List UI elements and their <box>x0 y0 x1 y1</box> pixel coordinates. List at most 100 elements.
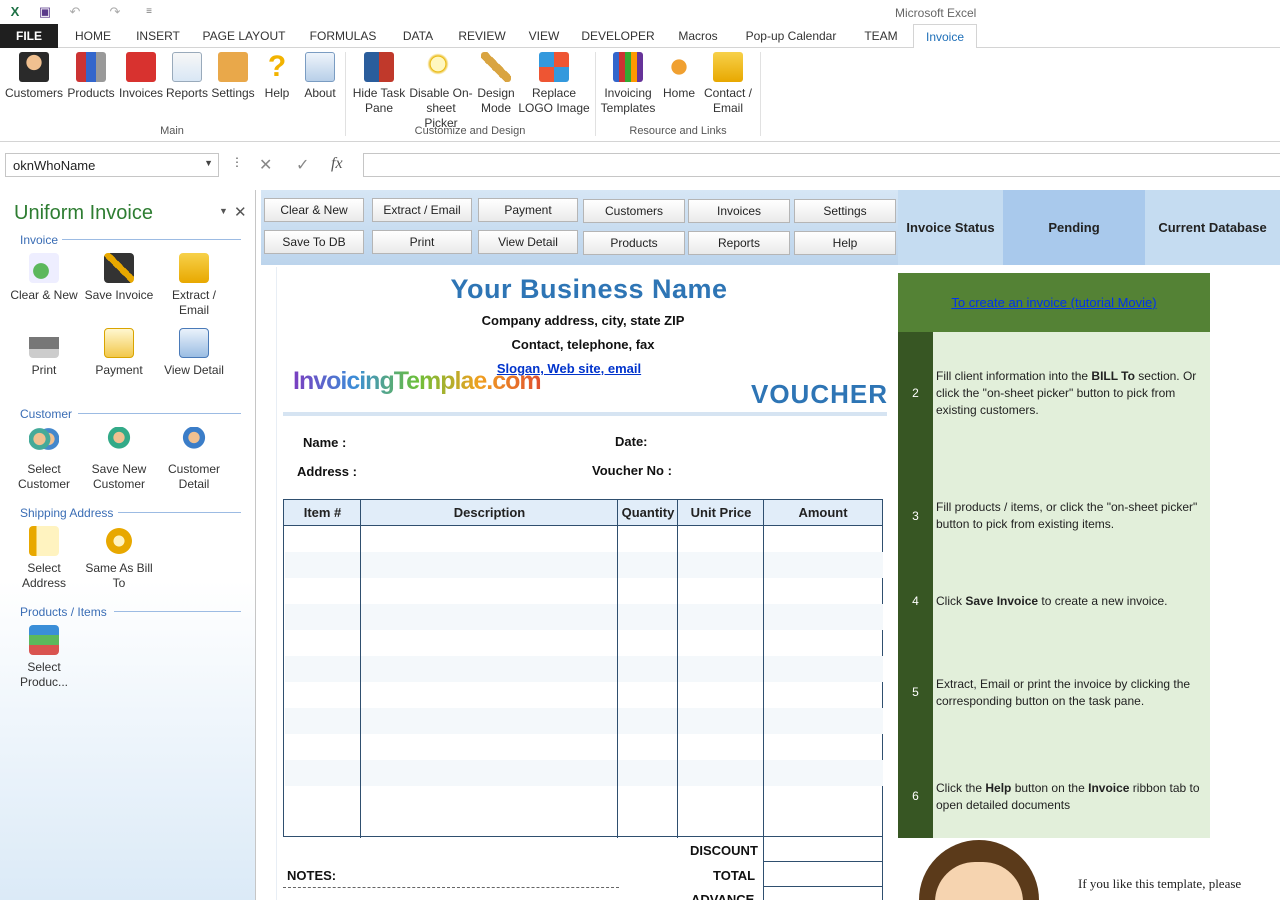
column-header-item: Item # <box>284 500 361 526</box>
pane-menu-icon[interactable]: ▼ <box>219 206 228 216</box>
products-button[interactable]: Products <box>66 52 116 101</box>
sheet-toolbar: Clear & New Extract / Email Payment Cust… <box>261 190 898 265</box>
company-logo[interactable]: InvoicingTemplae.com <box>293 367 542 396</box>
contact-email-button[interactable]: Contact / Email <box>700 52 756 116</box>
promo-text: If you like this template, please <box>1078 876 1242 891</box>
tab-view[interactable]: VIEW <box>522 24 566 48</box>
customers-button[interactable]: Customers <box>4 52 64 101</box>
more-icon[interactable]: ⋮ <box>231 155 243 169</box>
table-row[interactable] <box>285 552 883 578</box>
company-address[interactable]: Company address, city, state ZIP <box>277 313 889 328</box>
extract-email-icon <box>179 253 209 283</box>
discount-field[interactable] <box>763 837 883 862</box>
chevron-down-icon[interactable]: ▼ <box>204 158 213 168</box>
worksheet: Clear & New Extract / Email Payment Cust… <box>259 190 1280 900</box>
settings-button[interactable]: Settings <box>210 52 256 101</box>
tab-popup-calendar[interactable]: Pop-up Calendar <box>736 24 846 48</box>
name-box[interactable]: oknWhoName ▼ <box>5 153 219 177</box>
address-book-icon <box>29 526 59 556</box>
replace-logo-button[interactable]: Replace LOGO Image <box>518 52 590 116</box>
table-row[interactable] <box>285 604 883 630</box>
about-icon <box>305 52 335 82</box>
customize-toolbar-icon[interactable]: ≡ <box>140 3 158 21</box>
insert-function-icon[interactable]: fx <box>331 155 343 173</box>
extract-email-button[interactable]: Extract / Email <box>158 253 230 318</box>
select-address-button[interactable]: Select Address <box>8 526 80 591</box>
tab-home[interactable]: HOME <box>66 24 120 48</box>
tab-review[interactable]: REVIEW <box>452 24 512 48</box>
sheet-reports-button[interactable]: Reports <box>688 231 790 255</box>
sheet-invoices-button[interactable]: Invoices <box>688 199 790 223</box>
close-icon[interactable]: ✕ <box>234 203 247 221</box>
total-label: TOTAL <box>713 868 756 883</box>
sheet-customers-button[interactable]: Customers <box>583 199 685 223</box>
table-row[interactable] <box>285 656 883 682</box>
view-detail-button[interactable]: View Detail <box>158 328 230 378</box>
enter-icon[interactable]: ✓ <box>296 155 309 175</box>
customer-detail-icon <box>179 427 209 457</box>
group-label-resources: Resource and Links <box>629 125 727 137</box>
sheet-clear-new-button[interactable]: Clear & New <box>264 198 364 222</box>
company-contact[interactable]: Contact, telephone, fax <box>277 337 889 352</box>
notes-field[interactable] <box>283 887 619 900</box>
tab-data[interactable]: DATA <box>394 24 442 48</box>
divider <box>118 512 241 513</box>
view-detail-icon <box>179 328 209 358</box>
help-button[interactable]: ? Help <box>258 52 296 101</box>
step-text: Click Save Invoice to create a new invoi… <box>936 594 1168 608</box>
sheet-extract-email-button[interactable]: Extract / Email <box>372 198 472 222</box>
payment-button[interactable]: Payment <box>83 328 155 378</box>
sheet-help-button[interactable]: Help <box>794 231 896 255</box>
undo-icon[interactable]: ↶ <box>66 3 84 21</box>
tab-team[interactable]: TEAM <box>856 24 906 48</box>
tab-formulas[interactable]: FORMULAS <box>302 24 384 48</box>
sheet-settings-button[interactable]: Settings <box>794 199 896 223</box>
invoicing-templates-button[interactable]: Invoicing Templates <box>598 52 658 116</box>
invoices-button[interactable]: Invoices <box>118 52 164 101</box>
voucher-no-label: Voucher No : <box>592 463 672 478</box>
tab-invoice[interactable]: Invoice <box>913 24 977 49</box>
cancel-icon[interactable]: ✕ <box>259 155 272 175</box>
tab-developer[interactable]: DEVELOPER <box>576 24 660 48</box>
sheet-payment-button[interactable]: Payment <box>478 198 578 222</box>
tab-page-layout[interactable]: PAGE LAYOUT <box>196 24 292 48</box>
advance-field[interactable] <box>763 887 883 900</box>
save-icon[interactable]: ▣ <box>36 3 54 21</box>
total-field[interactable] <box>763 862 883 887</box>
pencil-ruler-icon <box>481 52 511 82</box>
about-button[interactable]: About <box>298 52 342 101</box>
table-row[interactable] <box>285 760 883 786</box>
sheet-products-button[interactable]: Products <box>583 231 685 255</box>
document-type: VOUCHER <box>750 379 888 409</box>
same-as-bill-to-button[interactable]: Same As Bill To <box>83 526 155 591</box>
hide-task-pane-button[interactable]: Hide Task Pane <box>350 52 408 116</box>
group-separator <box>595 52 596 136</box>
business-name[interactable]: Your Business Name <box>277 274 901 305</box>
tab-macros[interactable]: Macros <box>670 24 726 48</box>
sheet-view-detail-button[interactable]: View Detail <box>478 230 578 254</box>
ribbon-tabs: FILE HOME INSERT PAGE LAYOUT FORMULAS DA… <box>0 24 1280 49</box>
home-link-button[interactable]: Home <box>658 52 700 101</box>
table-row[interactable] <box>285 708 883 734</box>
tutorial-link[interactable]: To create an invoice (tutorial Movie) <box>951 295 1156 310</box>
invoice-status-value[interactable]: Pending <box>1003 190 1145 265</box>
select-products-button[interactable]: Select Produc... <box>8 625 80 690</box>
tab-file[interactable]: FILE <box>0 24 58 48</box>
tab-insert[interactable]: INSERT <box>130 24 186 48</box>
customer-detail-button[interactable]: Customer Detail <box>158 427 230 492</box>
reports-button[interactable]: Reports <box>166 52 208 101</box>
print-button[interactable]: Print <box>8 328 80 378</box>
save-invoice-button[interactable]: Save Invoice <box>83 253 155 303</box>
save-customer-icon <box>104 427 134 457</box>
design-mode-button[interactable]: Design Mode <box>474 52 518 116</box>
address-label: Address : <box>297 464 357 479</box>
select-customer-button[interactable]: Select Customer <box>8 427 80 492</box>
save-new-customer-button[interactable]: Save New Customer <box>83 427 155 492</box>
formula-input[interactable] <box>363 153 1280 177</box>
clear-new-button[interactable]: Clear & New <box>8 253 80 303</box>
redo-icon[interactable]: ↷ <box>106 3 124 21</box>
products-list-icon <box>29 625 59 655</box>
disable-picker-button[interactable]: Disable On-sheet Picker <box>408 52 474 131</box>
sheet-print-button[interactable]: Print <box>372 230 472 254</box>
sheet-save-to-db-button[interactable]: Save To DB <box>264 230 364 254</box>
